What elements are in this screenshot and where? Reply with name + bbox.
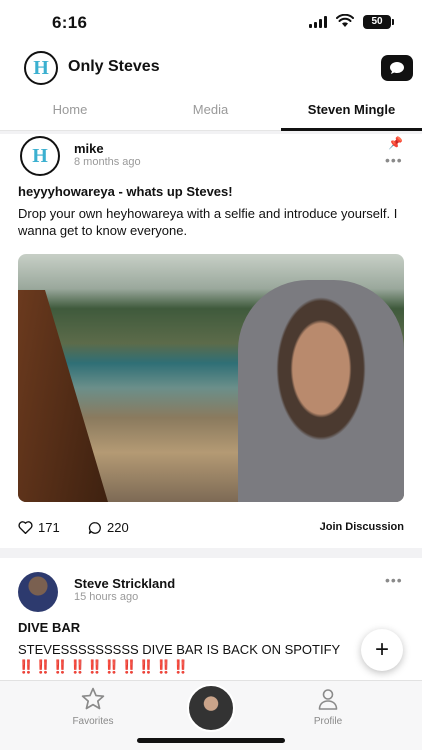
battery-level: 50: [371, 16, 383, 27]
join-discussion-link[interactable]: Join Discussion: [320, 521, 404, 533]
tab-media[interactable]: Media: [140, 90, 281, 131]
photo-railing: [18, 290, 108, 502]
like-button[interactable]: 171: [18, 520, 60, 535]
plus-icon: +: [374, 636, 389, 663]
create-post-button[interactable]: +: [361, 629, 403, 671]
messages-button[interactable]: [381, 55, 413, 81]
star-icon: [81, 687, 105, 710]
more-options-button[interactable]: •••: [385, 152, 403, 168]
status-bar: 6:16 50: [0, 0, 422, 46]
photo-person: [238, 280, 404, 502]
post-title: DIVE BAR: [18, 620, 81, 635]
logo-letter: H: [33, 56, 49, 79]
post-title: heyyyhowareya - whats up Steves!: [18, 184, 233, 199]
nav-profile[interactable]: Profile: [288, 687, 368, 727]
comment-button[interactable]: 220: [88, 520, 129, 535]
tab-home[interactable]: Home: [0, 90, 140, 131]
post-author[interactable]: mike: [74, 141, 104, 156]
comment-count: 220: [107, 520, 129, 535]
nav-favorites[interactable]: Favorites: [53, 687, 133, 727]
post-time: 15 hours ago: [74, 591, 139, 603]
tab-bar: Home Media Steven Mingle: [0, 90, 422, 131]
avatar-letter: H: [32, 144, 48, 167]
more-options-button[interactable]: •••: [385, 572, 403, 588]
post-actions: 171 220 Join Discussion: [18, 520, 404, 538]
app-title: Only Steves: [68, 58, 160, 75]
post-card[interactable]: H mike 8 months ago 📌 ••• heyyyhowareya …: [0, 134, 422, 548]
comment-bubble-icon: [88, 521, 101, 534]
app-logo[interactable]: H: [24, 51, 58, 85]
avatar[interactable]: H: [20, 136, 60, 176]
heart-icon: [18, 521, 33, 534]
avatar[interactable]: [18, 572, 58, 612]
post-emoji-line: ‼️‼️‼️‼️‼️‼️‼️‼️‼️‼️: [18, 659, 190, 674]
home-indicator[interactable]: [137, 738, 285, 743]
chat-bubble-icon: [390, 62, 404, 74]
status-time: 6:16: [52, 13, 88, 32]
nav-favorites-label: Favorites: [72, 716, 114, 727]
person-icon: [318, 689, 338, 710]
profile-avatar-button[interactable]: [187, 684, 235, 732]
battery-icon: 50: [363, 15, 394, 29]
post-photo[interactable]: [18, 254, 404, 502]
app-header: H Only Steves: [0, 46, 422, 90]
post-body: Drop your own heyhowareya with a selfie …: [18, 206, 398, 238]
tab-steven-mingle[interactable]: Steven Mingle: [281, 90, 422, 131]
post-card[interactable]: Steve Strickland 15 hours ago ••• DIVE B…: [0, 558, 422, 688]
post-author[interactable]: Steve Strickland: [74, 576, 175, 591]
wifi-icon: [336, 14, 354, 27]
like-count: 171: [38, 520, 60, 535]
post-time: 8 months ago: [74, 156, 141, 168]
nav-profile-label: Profile: [313, 716, 343, 727]
cellular-signal-icon: [309, 16, 327, 28]
pushpin-icon: 📌: [388, 136, 403, 150]
